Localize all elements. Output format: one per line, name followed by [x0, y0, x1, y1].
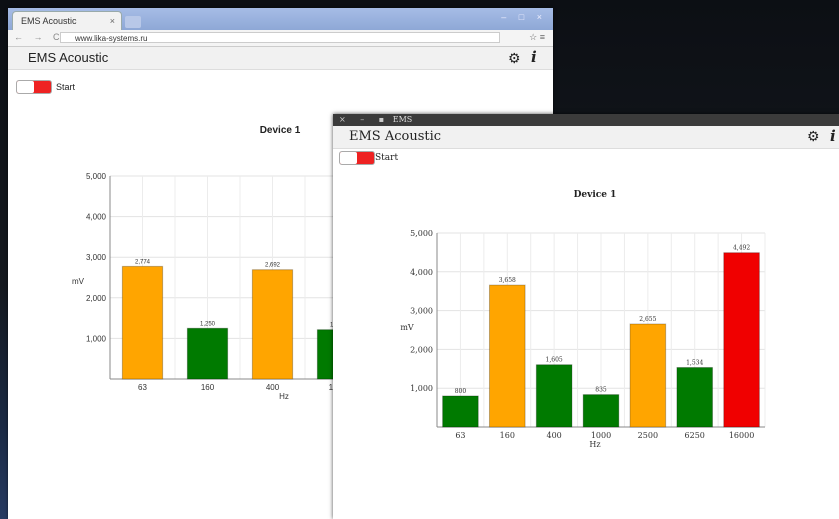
x-tick-label: 63 [138, 383, 147, 392]
start-toggle-2[interactable] [339, 151, 375, 165]
bar [251, 269, 294, 380]
data-label: 1,605 [546, 357, 563, 364]
window-titlebar: × – ▪ EMS [333, 114, 839, 126]
y-tick-label: 5,000 [410, 229, 433, 238]
data-label: 3,658 [499, 277, 516, 284]
start-label: Start [56, 82, 76, 92]
data-label: 800 [455, 388, 467, 395]
x-tick-label: 16000 [729, 431, 754, 440]
nav-buttons[interactable]: ← → C [14, 32, 64, 42]
y-tick-label: 2,000 [410, 345, 433, 354]
y-tick-label: 3,000 [410, 307, 433, 316]
start-label-2: Start [375, 153, 399, 163]
chart-title: Device 1 [574, 190, 617, 200]
app-title-2: EMS Acoustic [349, 129, 442, 144]
bar [186, 327, 229, 380]
y-tick-label: 4,000 [86, 213, 107, 222]
y-axis-label: mV [72, 277, 85, 286]
toggle-knob [340, 152, 357, 164]
bar [121, 265, 164, 380]
data-label: 2,655 [639, 316, 656, 323]
data-label: 2,692 [265, 263, 281, 269]
bar [629, 323, 667, 428]
bar-chart-2: Device 1 5,000 4,000 3,000 2,000 1,000 800 63 3,… [400, 190, 766, 449]
x-tick-label: 160 [201, 383, 215, 392]
address-bar-row: ← → C www.lika-systems.ru ☆ ≡ [8, 30, 553, 47]
window-controls[interactable]: – □ × [501, 12, 547, 22]
toggle-knob [17, 81, 34, 93]
y-tick-label: 5,000 [86, 172, 107, 181]
x-tick-label: 1000 [591, 431, 611, 440]
info-icon[interactable]: i [830, 127, 836, 145]
data-label: 1,250 [200, 321, 216, 327]
app-title: EMS Acoustic [28, 50, 109, 65]
data-label: 4,492 [733, 245, 750, 252]
y-tick-label: 1,000 [410, 384, 433, 393]
x-axis-label: Hz [589, 440, 600, 449]
x-tick-label: 2500 [638, 431, 658, 440]
bar [488, 284, 526, 428]
x-axis-label: Hz [279, 392, 289, 401]
y-tick-label: 2,000 [86, 294, 107, 303]
x-tick-label: 6250 [685, 431, 705, 440]
data-label: 1,534 [686, 359, 703, 366]
chart-title: Device 1 [260, 125, 301, 136]
start-toggle[interactable] [16, 80, 52, 94]
bar [723, 252, 760, 428]
y-axis-label: mV [400, 323, 414, 332]
new-tab-button[interactable] [125, 16, 141, 28]
tab-close-icon[interactable]: × [110, 12, 115, 31]
app-toolbar: EMS Acoustic ⚙ i [8, 47, 553, 70]
titlebar-controls[interactable]: × – ▪ [339, 115, 390, 124]
data-label: 835 [595, 387, 607, 394]
menu-icon[interactable]: ☆ ≡ [529, 32, 545, 43]
gear-icon[interactable]: ⚙ [508, 50, 521, 67]
tab-title: EMS Acoustic [21, 16, 77, 26]
y-tick-label: 3,000 [86, 253, 107, 262]
titlebar-title: EMS [392, 115, 413, 124]
tab-strip: EMS Acoustic × – □ × [8, 8, 553, 30]
bar [582, 394, 620, 428]
app-window: × – ▪ EMS EMS Acoustic ⚙ i Start Device … [333, 114, 839, 519]
gear-icon[interactable]: ⚙ [807, 129, 820, 145]
y-tick-label: 1,000 [86, 334, 107, 343]
x-tick-label: 63 [455, 431, 465, 440]
y-tick-label: 4,000 [410, 268, 433, 277]
x-tick-label: 160 [500, 431, 515, 440]
bar [676, 366, 714, 428]
bar [442, 395, 479, 428]
info-icon[interactable]: i [531, 48, 537, 66]
bar [535, 364, 573, 428]
app-toolbar-2: EMS Acoustic ⚙ i [333, 126, 839, 149]
url-field[interactable]: www.lika-systems.ru [60, 32, 500, 43]
browser-tab[interactable]: EMS Acoustic × [12, 11, 122, 30]
data-label: 2,774 [135, 259, 151, 265]
x-tick-label: 400 [266, 383, 280, 392]
x-tick-label: 400 [547, 431, 562, 440]
